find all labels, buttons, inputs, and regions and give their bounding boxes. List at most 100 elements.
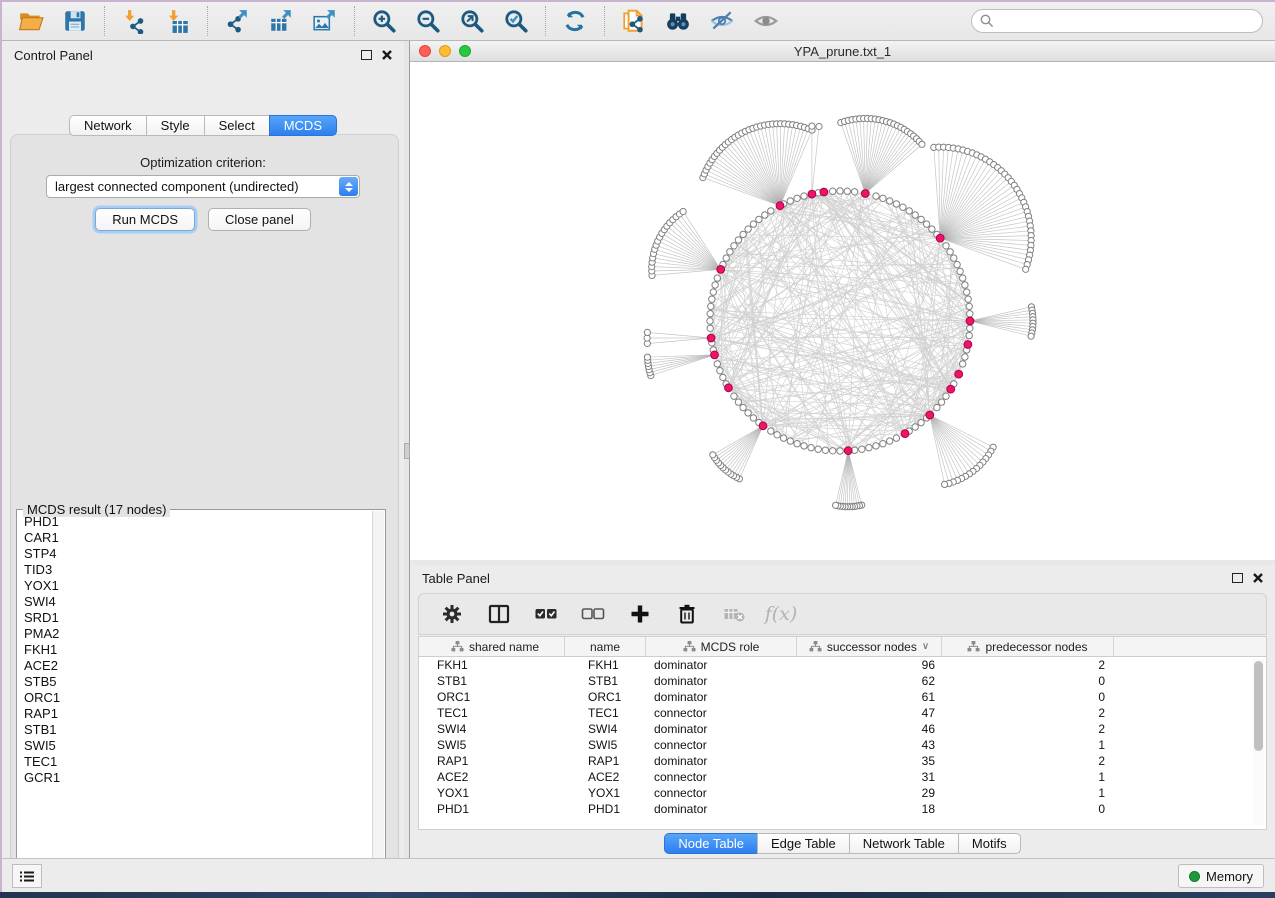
mcds-result-item[interactable]: ACE2 [24,658,372,674]
cell-predecessor-nodes: 2 [942,706,1114,720]
tab-motifs[interactable]: Motifs [958,833,1021,854]
list-icon [19,870,35,883]
zoom-selected-icon[interactable] [501,6,531,36]
column-header-name[interactable]: name [565,637,646,656]
cell-predecessor-nodes: 1 [942,786,1114,800]
cell-predecessor-nodes: 1 [942,770,1114,784]
run-mcds-button[interactable]: Run MCDS [95,208,195,231]
tab-select[interactable]: Select [204,115,269,136]
table-scrollbar-thumb[interactable] [1254,661,1263,751]
table-row[interactable]: ORC1ORC1dominator610 [419,689,1266,705]
mcds-result-item[interactable]: ORC1 [24,690,372,706]
cell-shared-name: SWI5 [426,738,565,752]
memory-label: Memory [1206,869,1253,884]
mcds-result-item[interactable]: STB5 [24,674,372,690]
cell-MCDS-role: connector [646,770,797,784]
delete-column-icon[interactable] [674,601,700,627]
table-row[interactable]: YOX1YOX1connector291 [419,785,1266,801]
table-row[interactable]: ACE2ACE2connector311 [419,769,1266,785]
export-network-icon[interactable] [222,6,252,36]
apply-layout-icon[interactable] [560,6,590,36]
zoom-out-icon[interactable] [413,6,443,36]
mcds-result-item[interactable]: SWI4 [24,594,372,610]
network-view-window: YPA_prune.txt_1 [410,41,1275,560]
cell-predecessor-nodes: 2 [942,722,1114,736]
mcds-result-item[interactable]: CAR1 [24,530,372,546]
function-builder-icon: f(x) [768,601,794,627]
table-panel: Table Panel f(x) shared namenameMCDS rol… [410,565,1275,858]
table-row[interactable]: PHD1PHD1dominator180 [419,801,1266,817]
tab-style[interactable]: Style [146,115,204,136]
table-row[interactable]: TEC1TEC1connector472 [419,705,1266,721]
mcds-list-scrollbar[interactable] [372,511,384,877]
desktop-wallpaper [0,892,1275,898]
mcds-result-list[interactable]: PHD1CAR1STP4TID3YOX1SWI4SRD1PMA2FKH1ACE2… [18,511,372,877]
optimization-criterion-dropdown[interactable]: largest connected component (undirected) [46,175,360,198]
zoom-fit-icon[interactable] [457,6,487,36]
show-all-icon[interactable] [751,6,781,36]
mcds-result-item[interactable]: STB1 [24,722,372,738]
table-scrollbar[interactable] [1253,659,1264,825]
hide-selected-icon[interactable] [707,6,737,36]
mcds-result-item[interactable]: PHD1 [24,514,372,530]
table-row[interactable]: SWI5SWI5connector431 [419,737,1266,753]
column-tree-icon [967,641,980,652]
cell-name: STB1 [565,674,646,688]
import-table-icon[interactable] [163,6,193,36]
network-window-titlebar[interactable]: YPA_prune.txt_1 [410,41,1275,62]
cell-name: RAP1 [565,754,646,768]
column-header-shared-name[interactable]: shared name [426,637,565,656]
memory-button[interactable]: Memory [1178,864,1264,888]
table-row[interactable]: RAP1RAP1dominator352 [419,753,1266,769]
control-panel-tabs: NetworkStyleSelectMCDS [2,115,404,136]
close-panel-icon[interactable] [382,50,392,60]
float-panel-icon[interactable] [361,50,372,60]
cell-shared-name: SWI4 [426,722,565,736]
tab-mcds[interactable]: MCDS [269,115,337,136]
export-image-icon[interactable] [310,6,340,36]
mcds-result-item[interactable]: GCR1 [24,770,372,786]
tab-node-table[interactable]: Node Table [664,833,757,854]
float-table-panel-icon[interactable] [1232,573,1243,583]
mcds-result-item[interactable]: SRD1 [24,610,372,626]
tab-edge-table[interactable]: Edge Table [757,833,849,854]
close-panel-button[interactable]: Close panel [208,208,311,231]
close-table-panel-icon[interactable] [1253,573,1263,583]
cell-MCDS-role: connector [646,706,797,720]
mcds-result-item[interactable]: TEC1 [24,754,372,770]
zoom-in-icon[interactable] [369,6,399,36]
mcds-result-item[interactable]: SWI5 [24,738,372,754]
tab-network[interactable]: Network [69,115,146,136]
mcds-result-item[interactable]: STP4 [24,546,372,562]
column-header-successor-nodes[interactable]: successor nodes∨ [797,637,942,656]
table-row[interactable]: STB1STB1dominator620 [419,673,1266,689]
select-all-icon[interactable] [533,601,559,627]
settings-gear-icon[interactable] [439,601,465,627]
import-network-icon[interactable] [119,6,149,36]
mcds-result-item[interactable]: YOX1 [24,578,372,594]
table-row[interactable]: SWI4SWI4dominator462 [419,721,1266,737]
open-file-icon[interactable] [16,6,46,36]
column-header-predecessor-nodes[interactable]: predecessor nodes [942,637,1114,656]
new-network-from-selection-icon[interactable] [619,6,649,36]
column-header-MCDS-role[interactable]: MCDS role [646,637,797,656]
table-row[interactable]: FKH1FKH1dominator962 [419,657,1266,673]
column-layout-icon[interactable] [486,601,512,627]
export-table-icon[interactable] [266,6,296,36]
mcds-result-item[interactable]: PMA2 [24,626,372,642]
network-graph-canvas[interactable] [410,62,1275,560]
add-column-icon[interactable] [627,601,653,627]
mcds-result-item[interactable]: FKH1 [24,642,372,658]
tab-network-table[interactable]: Network Table [849,833,958,854]
column-tree-icon [451,641,464,652]
mcds-result-item[interactable]: RAP1 [24,706,372,722]
search-input[interactable] [971,9,1263,33]
mcds-result-item[interactable]: TID3 [24,562,372,578]
save-session-icon[interactable] [60,6,90,36]
table-panel-tabs: Node TableEdge TableNetwork TableMotifs [410,833,1275,854]
deselect-all-icon[interactable] [580,601,606,627]
task-history-button[interactable] [12,864,42,888]
first-neighbors-icon[interactable] [663,6,693,36]
cell-name: SWI4 [565,722,646,736]
cell-successor-nodes: 96 [797,658,942,672]
